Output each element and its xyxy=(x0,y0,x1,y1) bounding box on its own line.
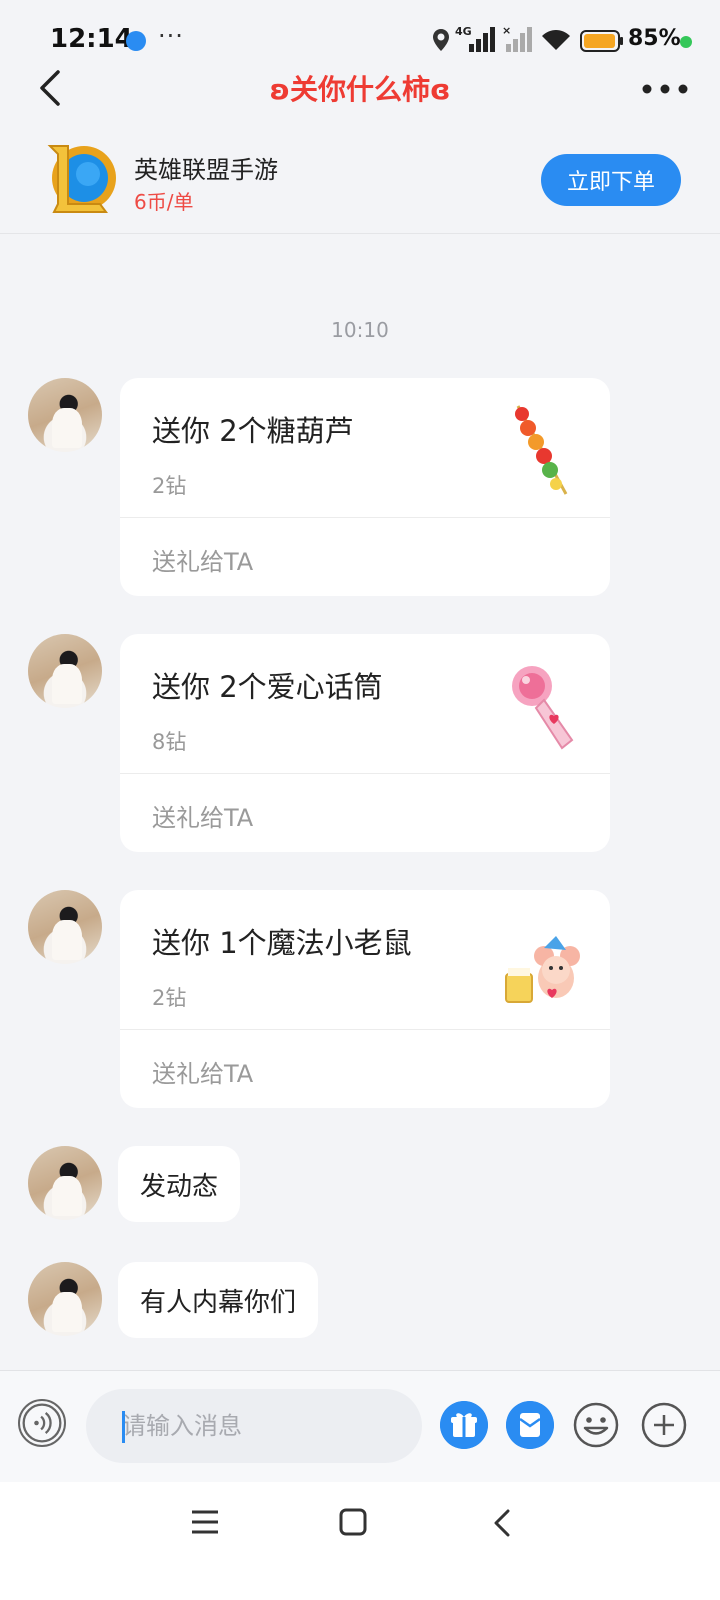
text-message-bubble: 发动态 xyxy=(118,1146,241,1222)
message-input[interactable] xyxy=(86,1389,422,1463)
message-input-bar xyxy=(0,1370,720,1482)
sender-avatar[interactable] xyxy=(28,1146,102,1220)
divider xyxy=(120,773,610,774)
app-notification-icon xyxy=(126,31,146,51)
send-gift-back-button[interactable]: 送礼给TA xyxy=(152,798,253,833)
cellular-signal-icon: 4G xyxy=(455,25,495,52)
system-back-icon[interactable] xyxy=(492,1508,512,1538)
text-message-bubble: 有人内幕你们 xyxy=(118,1262,319,1338)
text-caret xyxy=(122,1411,125,1443)
send-gift-back-button[interactable]: 送礼给TA xyxy=(152,1054,253,1089)
magic-mouse-icon xyxy=(505,936,580,1003)
battery-icon xyxy=(580,30,623,52)
status-time: 12:14 xyxy=(50,24,133,54)
sender-avatar[interactable] xyxy=(28,1262,102,1336)
candied-haws-icon xyxy=(515,405,568,495)
recent-apps-icon[interactable] xyxy=(190,1508,220,1536)
home-icon[interactable] xyxy=(339,1508,367,1536)
game-name: 英雄联盟手游 xyxy=(134,156,278,184)
game-price: 6币/单 xyxy=(134,190,194,214)
send-gift-back-button[interactable]: 送礼给TA xyxy=(152,542,253,577)
chat-header: ʚ关你什么柿ɞ xyxy=(0,60,720,120)
gift-title: 送你 2个爱心话筒 xyxy=(152,670,383,704)
heart-microphone-icon xyxy=(512,666,574,750)
emoji-icon[interactable] xyxy=(572,1401,620,1449)
gift-cost: 2钻 xyxy=(152,986,187,1010)
order-now-button[interactable]: 立即下单 xyxy=(541,154,681,206)
red-packet-icon[interactable] xyxy=(506,1401,554,1449)
secondary-signal-icon: × xyxy=(502,24,532,52)
gift-icon[interactable] xyxy=(440,1401,488,1449)
more-options-icon[interactable] xyxy=(640,74,690,104)
battery-percent: 85% xyxy=(628,26,681,51)
location-icon xyxy=(433,29,449,51)
gift-message-card: 送你 1个魔法小老鼠 2钻 送礼给TA xyxy=(120,890,610,1108)
gift-title: 送你 1个魔法小老鼠 xyxy=(152,926,412,960)
privacy-indicator-icon xyxy=(680,36,692,48)
network-type-label: 4G xyxy=(455,25,472,38)
league-of-legends-logo xyxy=(47,145,116,213)
status-more-notifications: ··· xyxy=(158,22,184,50)
gift-message-card: 送你 2个爱心话筒 8钻 送礼给TA xyxy=(120,634,610,852)
sender-avatar[interactable] xyxy=(28,378,102,452)
gift-message-card: 送你 2个糖葫芦 2钻 送礼给TA xyxy=(120,378,610,596)
sender-avatar[interactable] xyxy=(28,634,102,708)
divider xyxy=(120,1029,610,1030)
add-more-icon[interactable] xyxy=(640,1401,688,1449)
wifi-icon xyxy=(542,30,570,50)
game-service-banner: 英雄联盟手游 6币/单 立即下单 xyxy=(0,124,720,234)
system-navigation-bar xyxy=(0,1482,720,1600)
gift-cost: 2钻 xyxy=(152,474,187,498)
sender-avatar[interactable] xyxy=(28,890,102,964)
chat-title: ʚ关你什么柿ɞ xyxy=(269,73,451,106)
divider xyxy=(120,517,610,518)
gift-title: 送你 2个糖葫芦 xyxy=(152,414,354,448)
message-timestamp: 10:10 xyxy=(331,318,389,342)
gift-cost: 8钻 xyxy=(152,730,187,754)
voice-input-icon[interactable] xyxy=(18,1399,66,1447)
svg-text:×: × xyxy=(502,24,511,37)
